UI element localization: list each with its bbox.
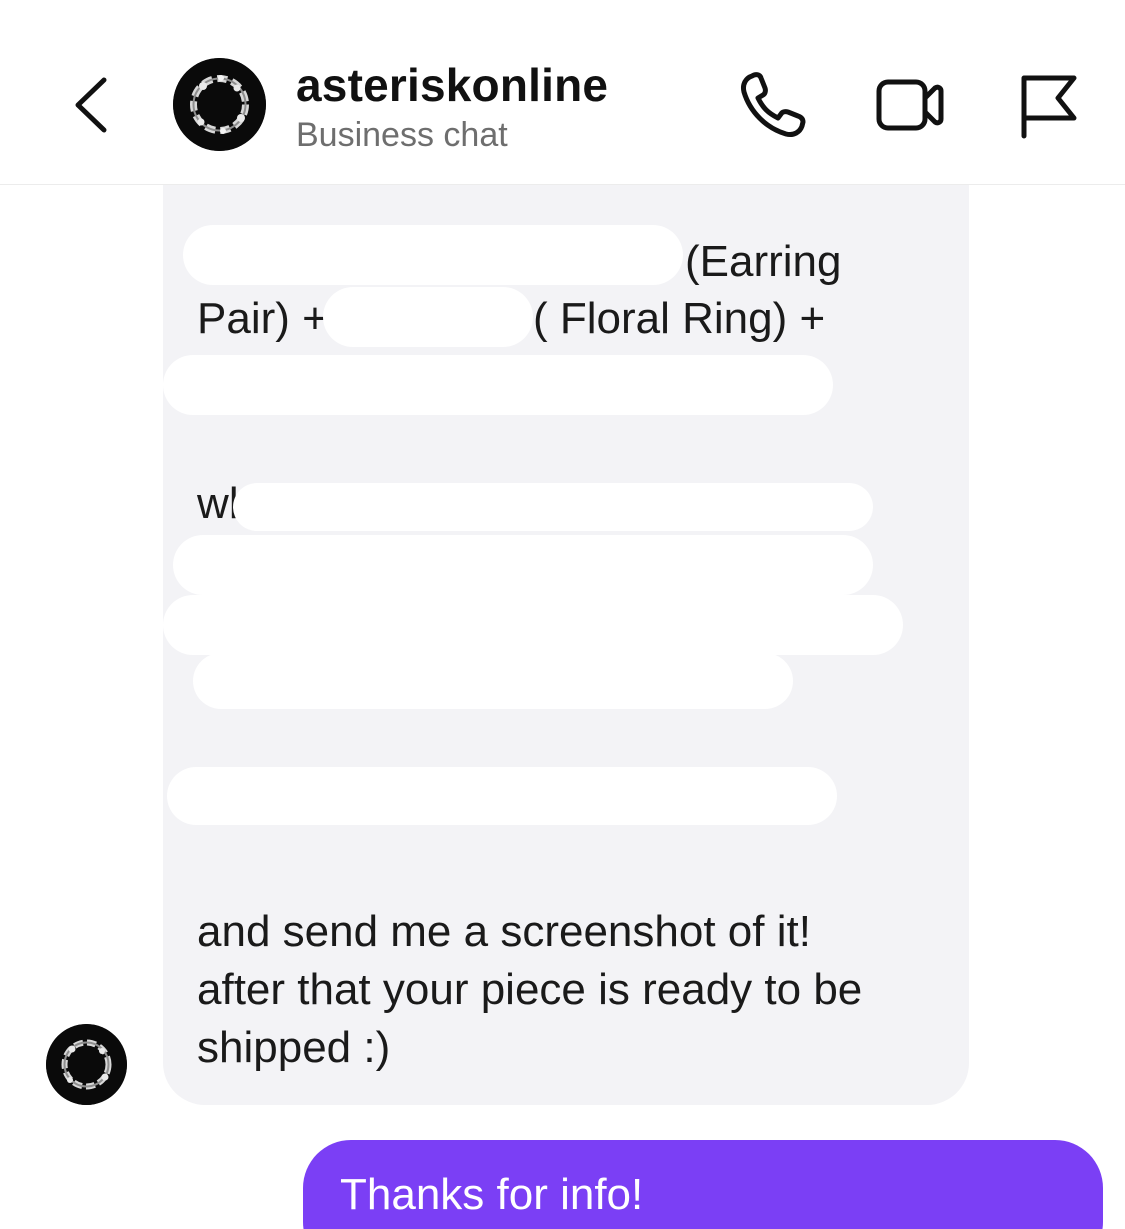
- video-camera-icon: [876, 79, 944, 131]
- avatar[interactable]: [173, 58, 266, 151]
- redaction-mark: [193, 653, 793, 709]
- redaction-mark: [323, 287, 533, 347]
- chevron-left-icon: [75, 77, 107, 133]
- chat-header: asteriskonline Business chat: [0, 0, 1125, 185]
- back-button[interactable]: [66, 70, 122, 140]
- incoming-message-bubble[interactable]: (Earring Pair) + ( Floral Ring) + wh and…: [163, 185, 969, 1105]
- redaction-mark: [167, 767, 837, 825]
- redaction-mark: [163, 355, 833, 415]
- message-text-fragment: ( Floral Ring) +: [533, 294, 826, 343]
- call-button[interactable]: [736, 66, 812, 142]
- report-button[interactable]: [1008, 66, 1084, 142]
- ring-avatar-icon: [173, 58, 266, 151]
- ring-avatar-icon: [46, 1024, 127, 1105]
- video-call-button[interactable]: [872, 66, 948, 142]
- message-text-fragment: (Earring: [685, 237, 842, 286]
- chat-subtitle: Business chat: [296, 116, 508, 154]
- chat-screen: asteriskonline Business chat (Earring Pa…: [0, 0, 1125, 1229]
- flag-icon: [1021, 75, 1077, 139]
- redaction-mark: [173, 535, 873, 595]
- outgoing-message-bubble[interactable]: Thanks for info!: [303, 1140, 1103, 1229]
- message-text-fragment: Pair) +: [197, 294, 328, 343]
- outgoing-message-text: Thanks for info!: [340, 1170, 644, 1219]
- redaction-mark: [233, 483, 873, 531]
- chat-title[interactable]: asteriskonline: [296, 58, 608, 112]
- redaction-mark: [183, 225, 683, 285]
- phone-icon: [741, 72, 806, 137]
- redaction-mark: [163, 595, 903, 655]
- message-text-line: shipped :): [197, 1023, 391, 1072]
- message-text-line: and send me a screenshot of it!: [197, 907, 811, 956]
- message-text-line: after that your piece is ready to be: [197, 965, 863, 1014]
- sender-avatar[interactable]: [46, 1024, 127, 1105]
